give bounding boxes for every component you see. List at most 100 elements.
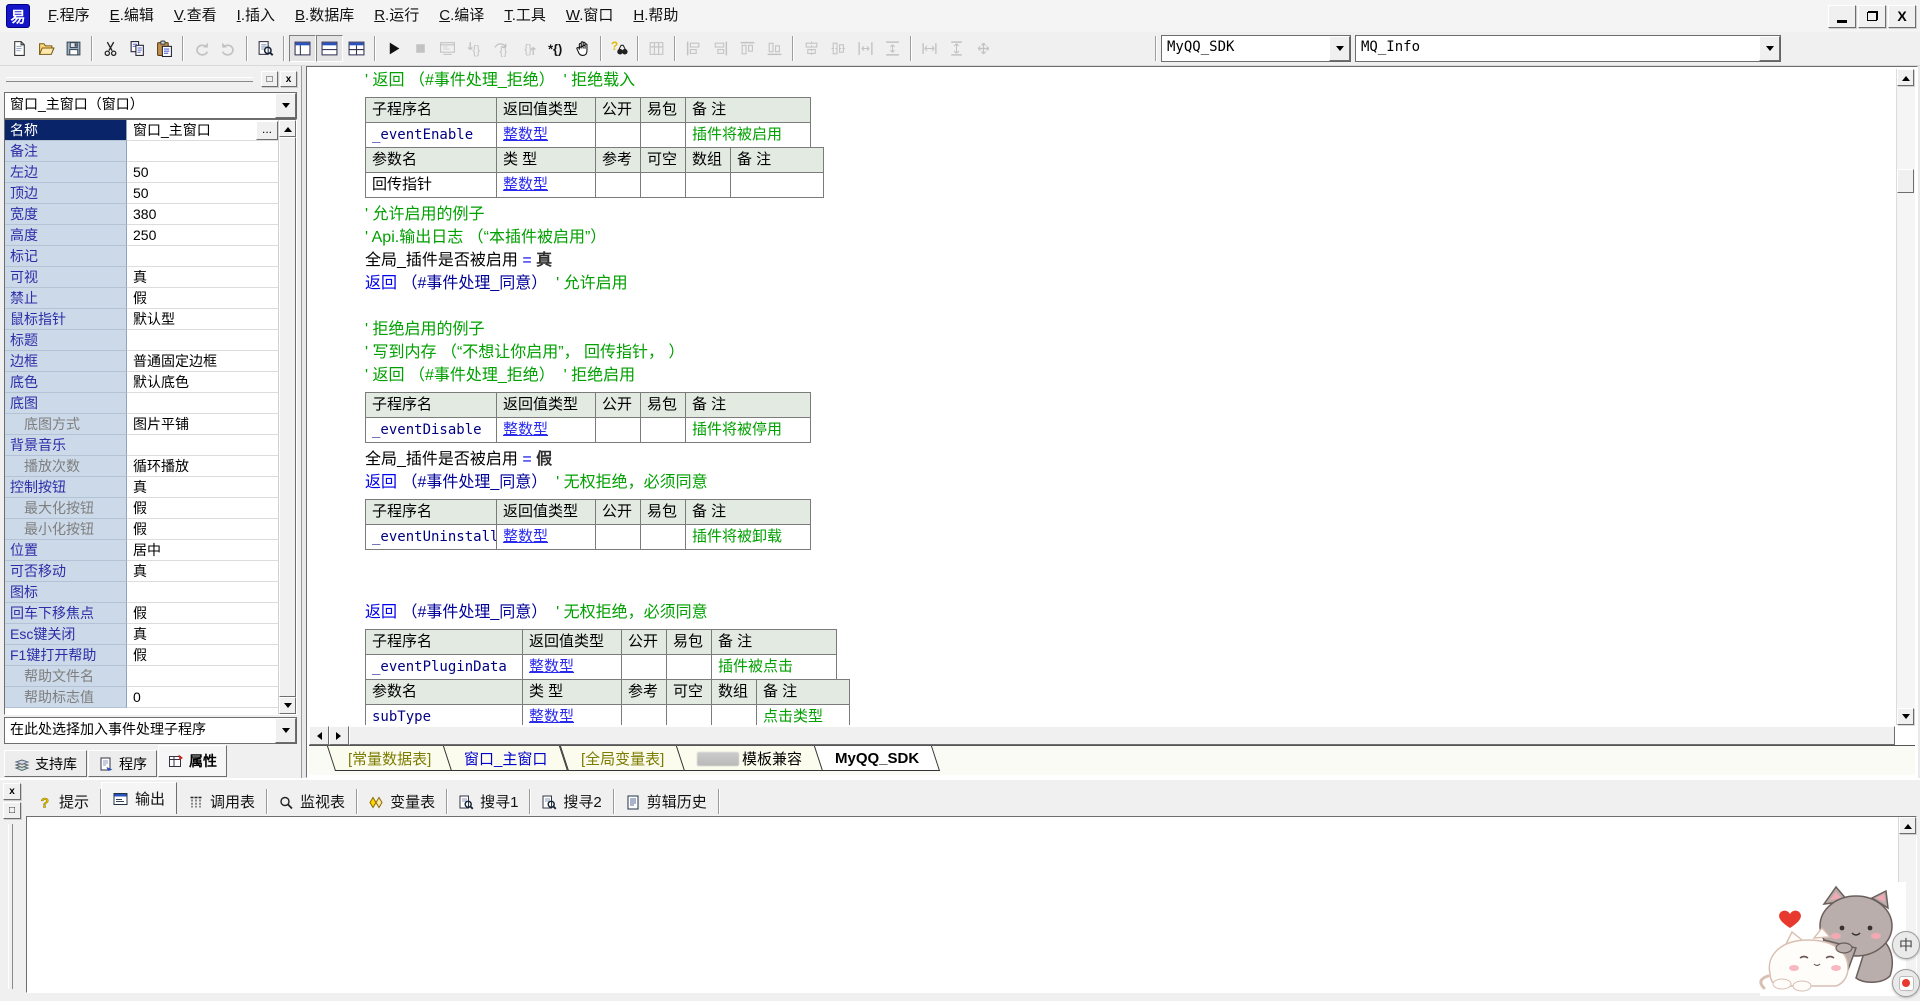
property-value[interactable]	[127, 582, 279, 603]
code-vertical-scrollbar[interactable]	[1896, 69, 1915, 725]
property-row[interactable]: 图标	[5, 582, 279, 603]
doc-tab-main-window[interactable]: 窗口_主窗口	[443, 746, 568, 771]
property-value[interactable]: 默认底色	[127, 372, 279, 393]
menu-help[interactable]: H.帮助	[623, 3, 688, 29]
tab-program[interactable]: 程序	[88, 750, 157, 777]
member-combobox[interactable]: MQ_Info	[1355, 35, 1781, 62]
step-out-button[interactable]: {}	[515, 35, 542, 62]
property-value[interactable]: 0	[127, 687, 279, 708]
property-value[interactable]	[127, 393, 279, 414]
find-button[interactable]	[252, 35, 279, 62]
doc-tab-template-compat[interactable]: 模板兼容	[676, 746, 823, 771]
property-value[interactable]	[127, 330, 279, 351]
property-row[interactable]: 背景音乐	[5, 435, 279, 456]
property-value[interactable]	[127, 666, 279, 687]
property-row[interactable]: 标题	[5, 330, 279, 351]
doc-tab-myqq-sdk[interactable]: MyQQ_SDK	[814, 746, 940, 771]
menu-tools[interactable]: T.工具	[494, 3, 556, 29]
tab-hint[interactable]: ?提示	[26, 789, 101, 814]
property-row[interactable]: 帮助文件名	[5, 666, 279, 687]
layout-split-button[interactable]	[343, 35, 370, 62]
property-value[interactable]: 图片平铺	[127, 414, 279, 435]
menu-window[interactable]: W.窗口	[556, 3, 624, 29]
scroll-up-button[interactable]	[279, 120, 296, 137]
unit-combobox-arrow[interactable]	[1329, 36, 1350, 61]
debug-panel-button[interactable]	[434, 35, 461, 62]
property-row[interactable]: 名称窗口_主窗口...	[5, 120, 279, 141]
minimize-button[interactable]	[1828, 5, 1856, 28]
step-into-button[interactable]: {}	[461, 35, 488, 62]
object-selector-arrow[interactable]	[275, 93, 296, 118]
property-value[interactable]: 窗口_主窗口...	[127, 120, 279, 141]
tab-call-table[interactable]: 调用表	[177, 789, 267, 814]
drag-grip[interactable]	[6, 77, 253, 82]
property-value[interactable]: 380	[127, 204, 279, 225]
drag-grip[interactable]	[8, 824, 13, 989]
ime-language-button[interactable]: 中	[1892, 931, 1920, 959]
property-value[interactable]: 假	[127, 603, 279, 624]
property-value[interactable]	[127, 141, 279, 162]
property-row[interactable]: 高度250	[5, 225, 279, 246]
center-vertical-button[interactable]	[825, 35, 852, 62]
undo-button[interactable]	[215, 35, 242, 62]
scroll-right-button[interactable]	[329, 726, 349, 745]
output-content[interactable]	[26, 816, 1917, 993]
menu-insert[interactable]: I.插入	[227, 3, 285, 29]
doc-tab-const-data-table[interactable]: [常量数据表]	[327, 746, 452, 771]
tab-output[interactable]: 输出	[101, 782, 177, 814]
layout-top-button[interactable]	[316, 35, 343, 62]
menu-edit[interactable]: E.编辑	[100, 3, 164, 29]
tab-variable-table[interactable]: 变量表	[357, 789, 447, 814]
property-row[interactable]: 帮助标志值0	[5, 687, 279, 708]
run-button[interactable]	[380, 35, 407, 62]
same-width-button[interactable]	[916, 35, 943, 62]
menu-program[interactable]: F.程序	[38, 3, 100, 29]
align-bottom-button[interactable]	[761, 35, 788, 62]
property-row[interactable]: 左边50	[5, 162, 279, 183]
panel-close-button[interactable]: x	[3, 783, 21, 800]
scroll-up-button[interactable]	[1897, 69, 1914, 86]
tab-properties[interactable]: 属性	[158, 745, 227, 777]
tab-watch-table[interactable]: 监视表	[267, 789, 357, 814]
property-grid-scrollbar[interactable]	[278, 120, 296, 714]
space-down-button[interactable]	[879, 35, 906, 62]
tab-support-lib[interactable]: 支持库	[4, 750, 87, 777]
property-row[interactable]: 播放次数循环播放	[5, 456, 279, 477]
event-handler-selector-arrow[interactable]	[275, 718, 296, 743]
property-row[interactable]: 顶边50	[5, 183, 279, 204]
property-row[interactable]: 鼠标指针默认型	[5, 309, 279, 330]
component-grid-button[interactable]	[643, 35, 670, 62]
property-value[interactable]: 真	[127, 624, 279, 645]
property-value[interactable]: 50	[127, 162, 279, 183]
same-size-button[interactable]	[970, 35, 997, 62]
code-horizontal-scrollbar[interactable]	[309, 726, 1895, 745]
scroll-down-button[interactable]	[1897, 708, 1914, 725]
property-row[interactable]: 边框普通固定边框	[5, 351, 279, 372]
property-row[interactable]: 备注	[5, 141, 279, 162]
cut-button[interactable]	[97, 35, 124, 62]
panel-close-button[interactable]: x	[280, 71, 297, 87]
property-row[interactable]: 回车下移焦点假	[5, 603, 279, 624]
same-height-button[interactable]	[943, 35, 970, 62]
pause-hand-button[interactable]	[569, 35, 596, 62]
property-row[interactable]: 位置居中	[5, 540, 279, 561]
property-row[interactable]: 禁止假	[5, 288, 279, 309]
menu-view[interactable]: V.查看	[164, 3, 227, 29]
property-value[interactable]	[127, 435, 279, 456]
property-value[interactable]	[127, 246, 279, 267]
property-row[interactable]: 宽度380	[5, 204, 279, 225]
property-row[interactable]: F1键打开帮助假	[5, 645, 279, 666]
tab-search1[interactable]: 搜寻1	[447, 789, 530, 814]
scroll-left-button[interactable]	[309, 726, 329, 745]
scroll-thumb[interactable]	[1897, 169, 1914, 193]
property-row[interactable]: 可否移动真	[5, 561, 279, 582]
property-row[interactable]: 底图	[5, 393, 279, 414]
align-top-button[interactable]	[734, 35, 761, 62]
align-right-button[interactable]	[707, 35, 734, 62]
panel-float-button[interactable]: □	[3, 802, 21, 819]
property-value[interactable]: 默认型	[127, 309, 279, 330]
menu-run[interactable]: R.运行	[364, 3, 429, 29]
insert-breakpoint-button[interactable]: *{)	[542, 35, 569, 62]
scroll-thumb[interactable]	[349, 726, 1895, 745]
restore-button[interactable]	[1858, 5, 1886, 28]
